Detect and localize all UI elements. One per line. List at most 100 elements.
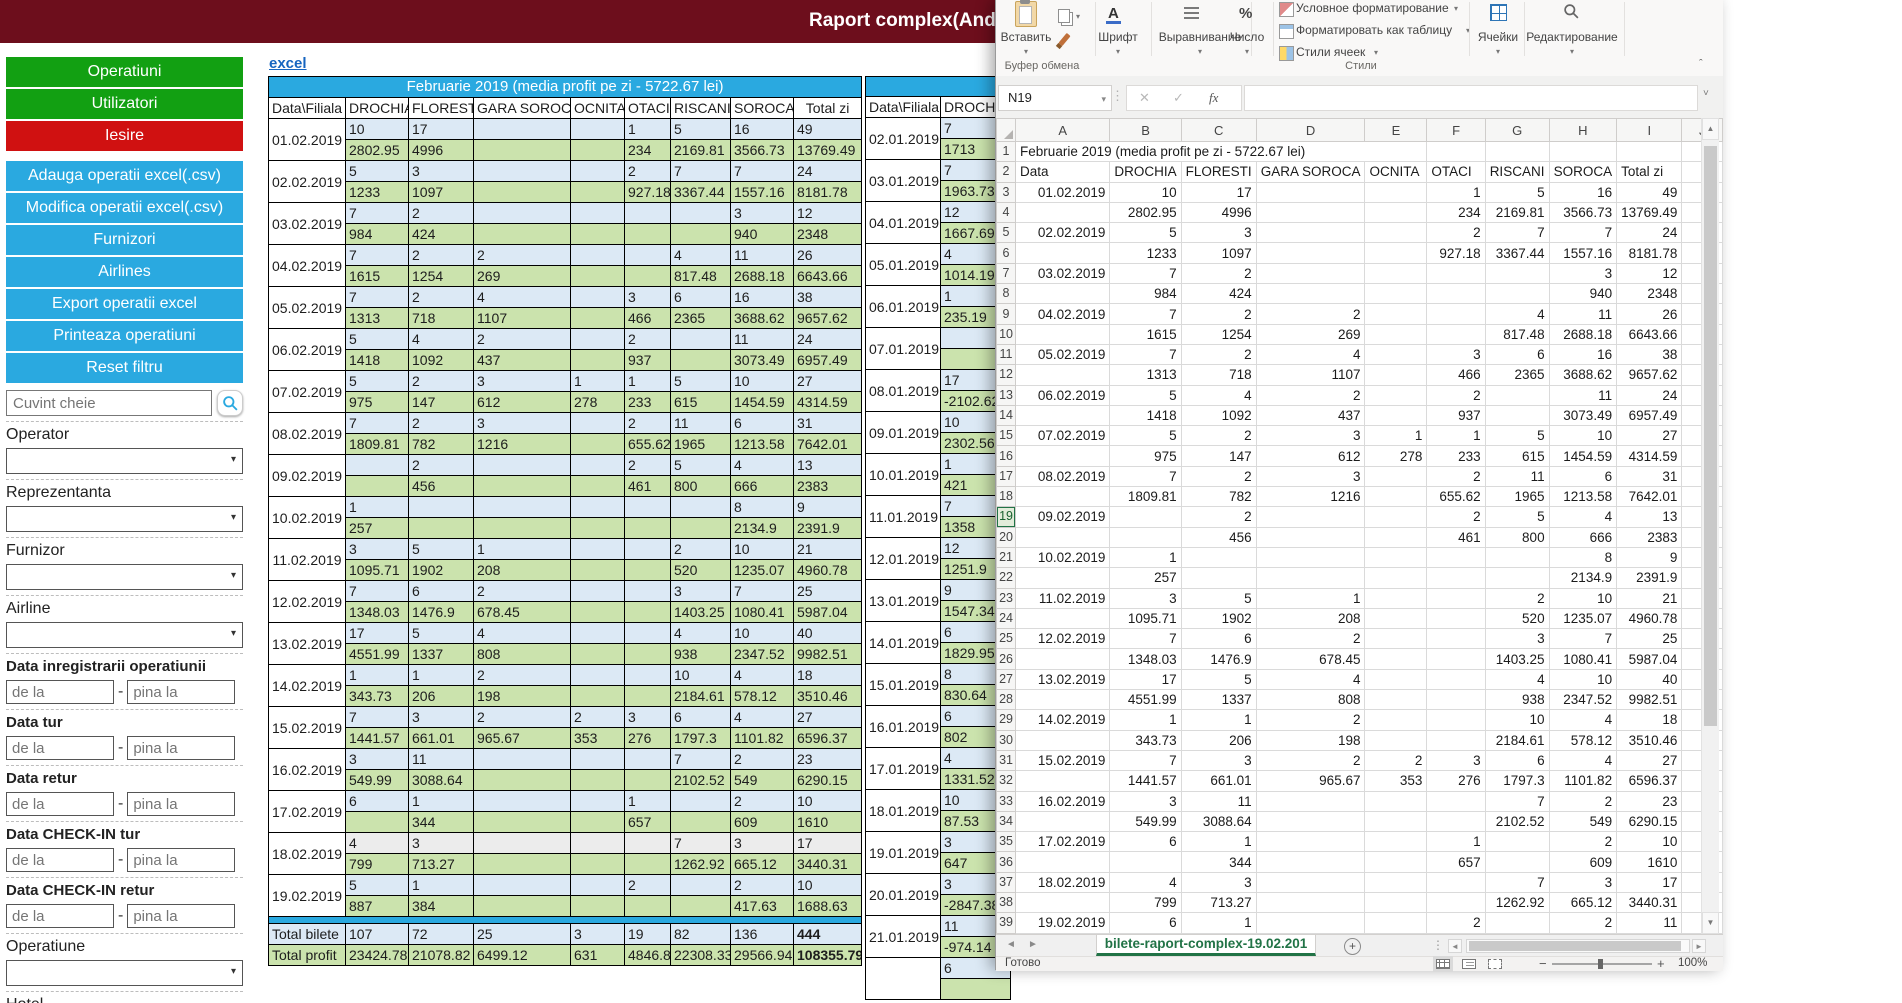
grid-cell[interactable]: 1 bbox=[1110, 547, 1181, 567]
grid-cell[interactable]: 3 bbox=[1485, 629, 1549, 649]
grid-cell[interactable]: 16 bbox=[1549, 344, 1617, 364]
grid-cell[interactable]: 18.02.2019 bbox=[1016, 872, 1110, 892]
grid-cell[interactable]: 257 bbox=[1110, 568, 1181, 588]
row-header-22[interactable]: 22 bbox=[997, 568, 1016, 588]
grid-cell[interactable]: 1235.07 bbox=[1549, 608, 1617, 628]
grid-cell[interactable]: OCNITA bbox=[1365, 162, 1427, 182]
grid-cell[interactable]: 1965 bbox=[1485, 487, 1549, 507]
grid-cell[interactable]: 5 bbox=[1110, 223, 1181, 243]
grid-cell[interactable]: 1348.03 bbox=[1110, 649, 1181, 669]
page-break-view-icon[interactable] bbox=[1488, 959, 1502, 969]
grid-cell[interactable] bbox=[1365, 405, 1427, 425]
grid-cell[interactable]: 2 bbox=[1256, 304, 1365, 324]
grid-cell[interactable] bbox=[1485, 852, 1549, 872]
grid-cell[interactable]: 3510.46 bbox=[1617, 730, 1682, 750]
airline-select[interactable]: ▾ bbox=[6, 622, 243, 648]
grid-cell[interactable]: 4 bbox=[1485, 669, 1549, 689]
grid-cell[interactable] bbox=[1016, 852, 1110, 872]
grid-cell[interactable]: 15.02.2019 bbox=[1016, 750, 1110, 770]
grid-cell[interactable] bbox=[1365, 690, 1427, 710]
grid-cell[interactable]: 3367.44 bbox=[1485, 243, 1549, 263]
grid-cell[interactable] bbox=[1016, 608, 1110, 628]
grid-cell[interactable]: 18 bbox=[1617, 710, 1682, 730]
grid-cell[interactable]: 713.27 bbox=[1181, 892, 1256, 912]
grid-cell[interactable]: 3566.73 bbox=[1549, 202, 1617, 222]
grid-cell[interactable] bbox=[1256, 527, 1365, 547]
normal-view-icon[interactable] bbox=[1436, 959, 1450, 969]
grid-cell[interactable]: 234 bbox=[1427, 202, 1485, 222]
grid-cell[interactable]: 938 bbox=[1485, 690, 1549, 710]
grid-cell[interactable]: 3 bbox=[1427, 750, 1485, 770]
grid-cell[interactable]: 6 bbox=[1110, 913, 1181, 933]
sheet-nav-left-icon[interactable]: ◄ bbox=[1006, 939, 1016, 950]
grid-cell[interactable] bbox=[1427, 142, 1485, 162]
grid-cell[interactable] bbox=[1365, 608, 1427, 628]
grid-cell[interactable]: 1101.82 bbox=[1549, 771, 1617, 791]
grid-cell[interactable] bbox=[1365, 832, 1427, 852]
grid-cell[interactable] bbox=[1256, 507, 1365, 527]
grid-cell[interactable]: 2 bbox=[1549, 832, 1617, 852]
grid-cell[interactable]: 31 bbox=[1617, 466, 1682, 486]
grid-cell[interactable]: 38 bbox=[1617, 344, 1682, 364]
grid-cell[interactable] bbox=[1256, 568, 1365, 588]
grid-cell[interactable]: 2391.9 bbox=[1617, 568, 1682, 588]
grid-cell[interactable] bbox=[1427, 284, 1485, 304]
row-header-14[interactable]: 14 bbox=[997, 405, 1016, 425]
grid-cell[interactable]: 208 bbox=[1256, 608, 1365, 628]
grid-cell[interactable] bbox=[1427, 608, 1485, 628]
grid-cell[interactable]: 13 bbox=[1617, 507, 1682, 527]
grid-cell[interactable] bbox=[1365, 791, 1427, 811]
grid-cell[interactable]: 1797.3 bbox=[1485, 771, 1549, 791]
grid-cell[interactable]: 14.02.2019 bbox=[1016, 710, 1110, 730]
sheet-tab[interactable]: bilete-raport-complex-19.02.201 bbox=[1096, 935, 1316, 956]
row-header-5[interactable]: 5 bbox=[997, 223, 1016, 243]
grid-cell[interactable]: OTACI bbox=[1427, 162, 1485, 182]
grid-cell[interactable] bbox=[1256, 223, 1365, 243]
grid-cell[interactable] bbox=[1016, 284, 1110, 304]
excel-export-link[interactable]: excel bbox=[269, 55, 307, 72]
data-check-in-tur-to-input[interactable] bbox=[127, 848, 235, 872]
column-header-e[interactable]: E bbox=[1365, 119, 1427, 142]
grid-cell[interactable]: 7 bbox=[1549, 629, 1617, 649]
grid-cell[interactable]: 2169.81 bbox=[1485, 202, 1549, 222]
grid-cell[interactable] bbox=[1016, 527, 1110, 547]
grid-cell[interactable]: 2 bbox=[1181, 263, 1256, 283]
grid-cell[interactable]: 2 bbox=[1427, 385, 1485, 405]
grid-cell[interactable]: 17.02.2019 bbox=[1016, 832, 1110, 852]
grid-cell[interactable]: 2 bbox=[1427, 507, 1485, 527]
grid-cell[interactable]: 8181.78 bbox=[1617, 243, 1682, 263]
row-header-34[interactable]: 34 bbox=[997, 811, 1016, 831]
data-inregistrarii-operatiunii-to-input[interactable] bbox=[127, 680, 235, 704]
grid-cell[interactable]: 7 bbox=[1549, 223, 1617, 243]
grid-cell[interactable]: 5 bbox=[1110, 385, 1181, 405]
grid-cell[interactable]: 1441.57 bbox=[1110, 771, 1181, 791]
add-sheet-icon[interactable]: + bbox=[1344, 938, 1361, 955]
grid-cell[interactable]: 10 bbox=[1549, 669, 1617, 689]
grid-cell[interactable]: 4 bbox=[1549, 507, 1617, 527]
row-header-17[interactable]: 17 bbox=[997, 466, 1016, 486]
grid-cell[interactable] bbox=[1256, 832, 1365, 852]
grid-cell[interactable] bbox=[1016, 730, 1110, 750]
grid-cell[interactable]: 23 bbox=[1617, 791, 1682, 811]
row-header-38[interactable]: 38 bbox=[997, 892, 1016, 912]
grid-cell[interactable] bbox=[1256, 852, 1365, 872]
grid-cell[interactable]: 1 bbox=[1181, 832, 1256, 852]
grid-cell[interactable]: 4 bbox=[1549, 710, 1617, 730]
grid-cell[interactable]: 17 bbox=[1617, 872, 1682, 892]
grid-cell[interactable]: 10.02.2019 bbox=[1016, 547, 1110, 567]
grid-cell[interactable]: 2 bbox=[1256, 385, 1365, 405]
grid-cell[interactable]: 11 bbox=[1485, 466, 1549, 486]
cancel-icon[interactable]: ✕ bbox=[1139, 86, 1150, 110]
grid-cell[interactable]: 800 bbox=[1485, 527, 1549, 547]
column-header-b[interactable]: B bbox=[1110, 119, 1181, 142]
grid-cell[interactable] bbox=[1427, 730, 1485, 750]
grid-cell[interactable]: 24 bbox=[1617, 385, 1682, 405]
search-button[interactable] bbox=[217, 390, 243, 416]
grid-cell[interactable]: 4 bbox=[1181, 385, 1256, 405]
grid-cell[interactable]: 1 bbox=[1181, 913, 1256, 933]
insert-function-icon[interactable]: fx bbox=[1209, 86, 1218, 110]
grid-cell[interactable]: 661.01 bbox=[1181, 771, 1256, 791]
grid-cell[interactable] bbox=[1256, 791, 1365, 811]
select-all-corner[interactable] bbox=[997, 119, 1016, 142]
grid-cell[interactable]: 940 bbox=[1549, 284, 1617, 304]
